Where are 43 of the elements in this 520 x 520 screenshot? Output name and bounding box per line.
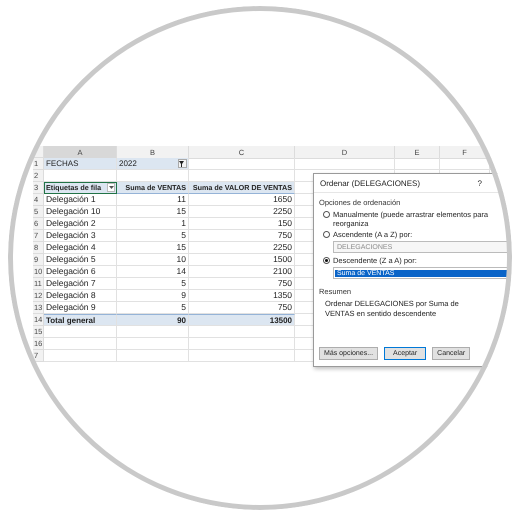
radio-button[interactable] [323, 231, 330, 238]
table-cell: 2022 [119, 158, 137, 169]
table-cell: 10 [117, 254, 189, 266]
table-cell: Delegación 8 [44, 290, 117, 302]
help-button[interactable]: ? [476, 179, 484, 188]
table-cell [395, 158, 440, 170]
table-cell: Delegación 5 [44, 254, 117, 266]
dropdown-icon[interactable] [107, 183, 115, 192]
table-cell: 5 [117, 278, 189, 290]
table-cell: 2250 [189, 242, 295, 254]
table-cell: 13500 [189, 314, 295, 326]
table-cell [117, 338, 189, 350]
table-cell: 750 [189, 278, 295, 290]
table-cell [117, 326, 189, 338]
dialog-title: Ordenar (DELEGACIONES) [320, 179, 420, 188]
table-cell: 1650 [189, 194, 295, 206]
table-cell: Delegación 4 [44, 242, 117, 254]
table-cell: Total general [44, 314, 117, 326]
table-cell: 5 [117, 230, 189, 242]
table-cell: 2100 [189, 266, 295, 278]
table-cell: Delegación 7 [44, 278, 117, 290]
table-cell [117, 350, 189, 362]
radio-button[interactable] [323, 211, 330, 218]
table-cell: 14 [117, 266, 189, 278]
table-cell: Delegación 6 [44, 266, 117, 278]
table-cell: 750 [189, 230, 295, 242]
table-cell: Delegación 2 [44, 218, 117, 230]
table-cell: FECHAS [44, 158, 117, 170]
table-cell: 90 [117, 314, 189, 326]
table-cell: 1350 [189, 290, 295, 302]
table-cell: 9 [117, 290, 189, 302]
filter-icon[interactable] [178, 159, 187, 168]
table-cell: 150 [189, 218, 295, 230]
table-cell: Delegación 1 [44, 194, 117, 206]
table-cell: Delegación 10 [44, 206, 117, 218]
table-cell: 11 [117, 194, 189, 206]
table-cell: 1 [117, 218, 189, 230]
radio-button[interactable] [323, 257, 330, 264]
table-cell: 1500 [189, 254, 295, 266]
table-cell: Delegación 3 [44, 230, 117, 242]
table-cell: 15 [117, 206, 189, 218]
table-cell: 15 [117, 242, 189, 254]
table-cell: 2250 [189, 206, 295, 218]
